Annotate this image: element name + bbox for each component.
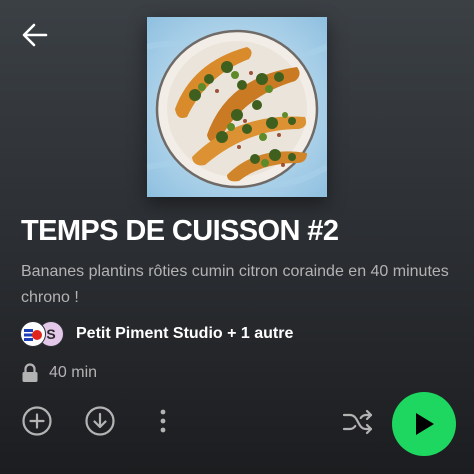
back-button[interactable]	[18, 18, 52, 52]
shuffle-icon	[342, 409, 373, 435]
duration-row: 40 min	[21, 360, 97, 386]
lock-icon	[22, 363, 38, 382]
duration-label: 40 min	[49, 364, 98, 381]
episode-description: Bananes plantins rôties cumin citron cor…	[21, 263, 449, 306]
episode-cover-image	[147, 17, 327, 197]
plated-roasted-plantains-image	[147, 17, 327, 197]
add-circle-icon	[22, 406, 52, 436]
episode-title: TEMPS DE CUISSON #2	[21, 215, 339, 247]
creator-name[interactable]: Petit Piment Studio + 1 autre	[76, 325, 293, 343]
play-icon	[416, 413, 434, 435]
more-vertical-icon	[160, 409, 166, 433]
arrow-left-icon	[22, 23, 48, 47]
more-options-button[interactable]	[150, 405, 176, 437]
add-button[interactable]	[21, 405, 53, 437]
download-circle-icon	[85, 406, 115, 436]
play-button[interactable]	[392, 392, 456, 456]
download-button[interactable]	[84, 405, 116, 437]
avatar	[20, 321, 46, 347]
avatar-letter: S	[46, 326, 56, 342]
creator-avatars: S	[20, 320, 68, 348]
creators-row[interactable]: S Petit Piment Studio + 1 autre	[20, 320, 293, 348]
shuffle-button[interactable]	[341, 405, 375, 439]
